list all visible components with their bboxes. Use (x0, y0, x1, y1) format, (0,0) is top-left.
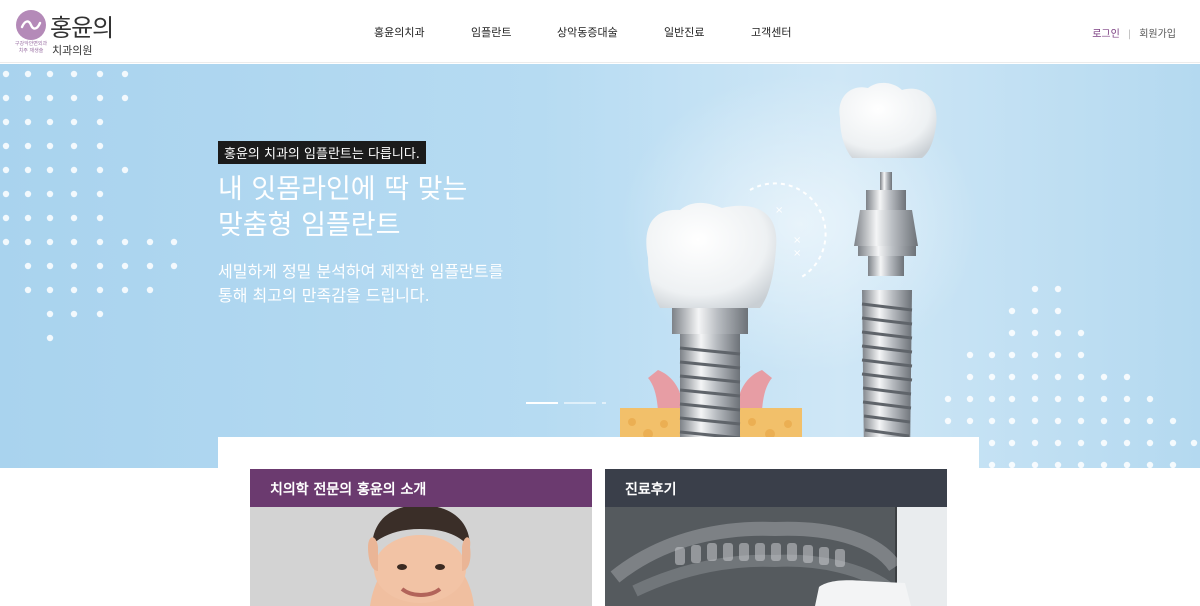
main-nav: 홍윤의치과 임플란트 상악동증대술 일반진료 고객센터 (0, 24, 1200, 42)
hero-banner: 홍윤의 치과의 임플란트는 다릅니다. 내 잇몸라인에 딱 맞는 맞춤형 임플란… (0, 64, 1200, 468)
util-menu: 로그인 | 회원가입 (1092, 25, 1176, 40)
join-link[interactable]: 회원가입 (1139, 29, 1176, 40)
nav-item-about[interactable]: 홍윤의치과 (374, 24, 425, 40)
svg-text:×: × (793, 248, 801, 259)
dot-pattern-left (2, 70, 178, 342)
dot-pattern-right (944, 285, 1198, 468)
util-separator: | (1127, 29, 1132, 40)
site-header: 구강악안면외과 치주 재생술 홍윤의 치과의원 홍윤의치과 임플란트 상악동증대… (0, 0, 1200, 63)
logo-subtitle: 치과의원 (52, 44, 93, 57)
nav-item-support[interactable]: 고객센터 (751, 24, 791, 40)
hero-desc-line2: 통해 최고의 만족감을 드립니다. (218, 286, 430, 305)
review-title[interactable]: 진료후기 (605, 469, 947, 507)
hero-description: 세밀하게 정밀 분석하여 제작한 임플란트를 통해 최고의 만족감을 드립니다. (218, 260, 503, 308)
slide-indicator-1[interactable] (526, 402, 558, 404)
slide-indicator-3[interactable] (602, 402, 606, 404)
nav-item-implant[interactable]: 임플란트 (471, 24, 511, 40)
hero-title: 내 잇몸라인에 딱 맞는 맞춤형 임플란트 (218, 172, 467, 244)
svg-text:×: × (793, 235, 801, 246)
logo-tagline: 구강악안면외과 치주 재생술 (14, 41, 48, 54)
implant-illustration: × × × (605, 82, 937, 468)
hero-badge: 홍윤의 치과의 임플란트는 다릅니다. (218, 141, 426, 164)
slide-indicator-2[interactable] (564, 402, 596, 404)
xray-photo (605, 507, 947, 606)
hero-title-line2: 맞춤형 임플란트 (218, 210, 401, 241)
doctor-intro-title[interactable]: 치의학 전문의 홍윤의 소개 (250, 469, 592, 507)
nav-item-sinus-lift[interactable]: 상악동증대술 (557, 24, 618, 40)
review-card[interactable]: 진료후기 (605, 469, 947, 606)
svg-text:×: × (775, 205, 783, 216)
nav-item-general[interactable]: 일반진료 (664, 24, 704, 40)
doctor-photo (250, 507, 592, 606)
hero-title-line1: 내 잇몸라인에 딱 맞는 (218, 174, 468, 205)
hero-desc-line1: 세밀하게 정밀 분석하여 제작한 임플란트를 (218, 262, 504, 281)
doctor-intro-card[interactable]: 치의학 전문의 홍윤의 소개 (250, 469, 592, 606)
login-link[interactable]: 로그인 (1092, 29, 1120, 40)
